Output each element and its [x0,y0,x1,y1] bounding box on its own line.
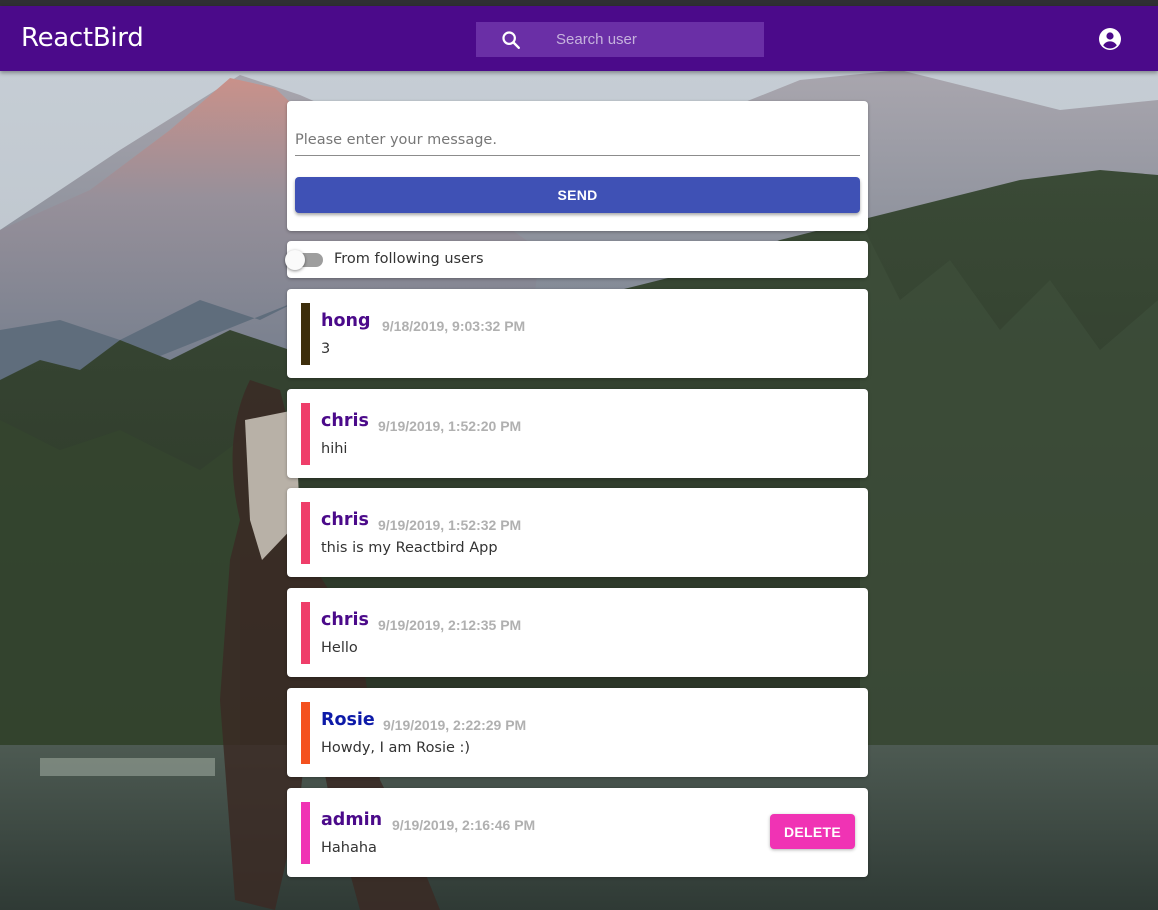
post-author[interactable]: chris [321,609,369,631]
search-icon [502,31,520,49]
post-author[interactable]: hong [321,310,370,332]
post-author[interactable]: Rosie [321,709,375,731]
post-timestamp: 9/19/2019, 1:52:20 PM [378,418,522,434]
message-composer: SEND [287,101,868,231]
post-timestamp: 9/19/2019, 2:22:29 PM [383,717,527,733]
post-timestamp: 9/19/2019, 1:52:32 PM [378,517,522,533]
app-bar: ReactBird [0,6,1158,71]
app-title: ReactBird [21,23,144,53]
post-author[interactable]: admin [321,809,382,831]
post-author[interactable]: chris [321,509,369,531]
following-filter: From following users [285,241,868,278]
message-input[interactable] [295,125,860,156]
post-card: chris 9/19/2019, 1:52:32 PM this is my R… [287,488,868,577]
post-card: hong 9/18/2019, 9:03:32 PM 3 [287,289,868,378]
post-color-bar [301,702,310,764]
account-circle-icon[interactable] [1098,27,1122,51]
post-text: Hahaha [321,840,377,856]
post-color-bar [301,602,310,664]
post-text: this is my Reactbird App [321,540,498,556]
post-card: chris 9/19/2019, 2:12:35 PM Hello [287,588,868,677]
delete-post-button[interactable]: DELETE [770,814,855,849]
post-color-bar [301,502,310,564]
toggle-thumb [285,250,305,270]
post-text: hihi [321,441,348,457]
post-card: Rosie 9/19/2019, 2:22:29 PM Howdy, I am … [287,688,868,777]
post-color-bar [301,303,310,365]
search-box[interactable] [476,22,764,57]
following-toggle-switch[interactable] [285,250,325,270]
post-color-bar [301,403,310,465]
post-timestamp: 9/18/2019, 9:03:32 PM [382,318,526,334]
post-text: Howdy, I am Rosie :) [321,740,471,756]
post-text: 3 [321,341,331,357]
post-card: chris 9/19/2019, 1:52:20 PM hihi [287,389,868,478]
post-card: admin 9/19/2019, 2:16:46 PM Hahaha DELET… [287,788,868,877]
post-timestamp: 9/19/2019, 2:12:35 PM [378,617,522,633]
post-timestamp: 9/19/2019, 2:16:46 PM [392,817,536,833]
post-color-bar [301,802,310,864]
search-input[interactable] [556,22,756,57]
following-toggle-label: From following users [334,251,484,267]
send-button[interactable]: SEND [295,177,860,213]
post-text: Hello [321,640,358,656]
post-author[interactable]: chris [321,410,369,432]
